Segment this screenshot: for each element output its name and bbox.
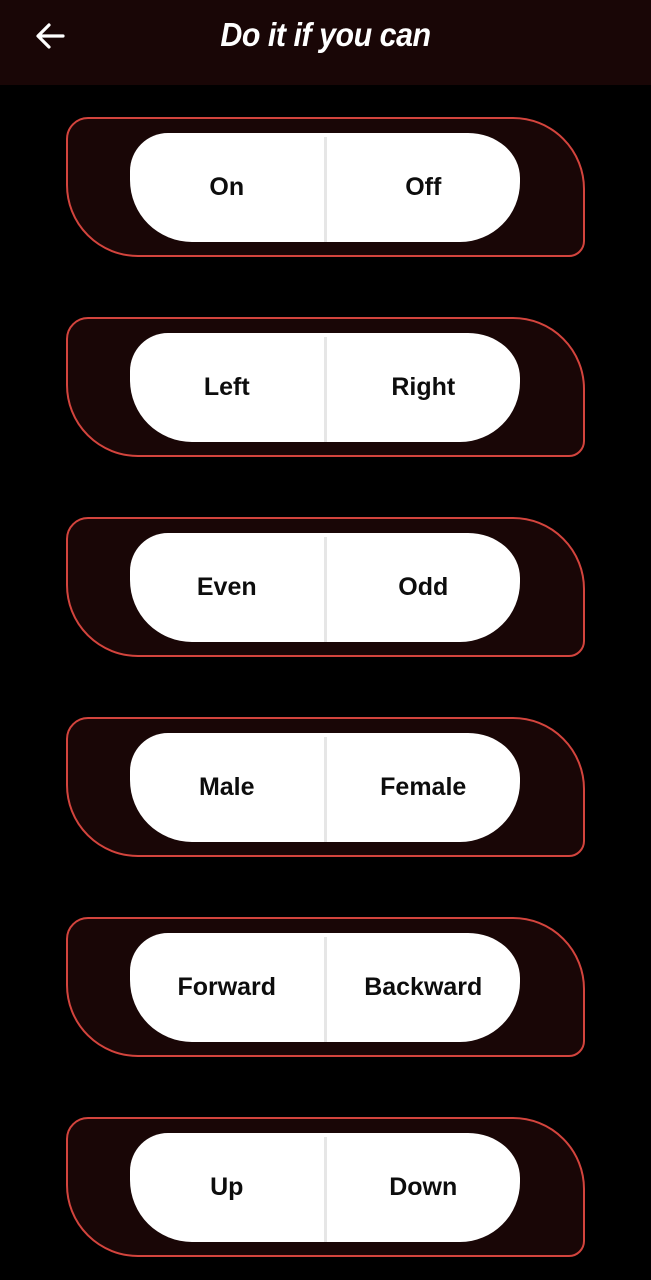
toggle-option-backward[interactable]: Backward bbox=[327, 933, 521, 1042]
toggle-group: Up Down bbox=[130, 1133, 520, 1242]
toggle-card-male-female: Male Female bbox=[66, 717, 585, 857]
toggle-card-on-off: On Off bbox=[66, 117, 585, 257]
toggle-option-even[interactable]: Even bbox=[130, 533, 324, 642]
page-title: Do it if you can bbox=[220, 16, 431, 53]
toggle-option-right[interactable]: Right bbox=[327, 333, 521, 442]
toggle-group: Even Odd bbox=[130, 533, 520, 642]
toggle-group: Left Right bbox=[130, 333, 520, 442]
toggle-option-odd[interactable]: Odd bbox=[327, 533, 521, 642]
toggle-option-off[interactable]: Off bbox=[327, 133, 521, 242]
toggle-option-forward[interactable]: Forward bbox=[130, 933, 324, 1042]
toggle-card-forward-backward: Forward Backward bbox=[66, 917, 585, 1057]
toggle-group: On Off bbox=[130, 133, 520, 242]
toggle-group: Male Female bbox=[130, 733, 520, 842]
toggle-option-down[interactable]: Down bbox=[327, 1133, 521, 1242]
toggle-option-left[interactable]: Left bbox=[130, 333, 324, 442]
toggle-card-up-down: Up Down bbox=[66, 1117, 585, 1257]
app-bar: Do it if you can bbox=[0, 0, 651, 85]
toggle-option-male[interactable]: Male bbox=[130, 733, 324, 842]
toggle-card-even-odd: Even Odd bbox=[66, 517, 585, 657]
toggle-option-up[interactable]: Up bbox=[130, 1133, 324, 1242]
toggle-group: Forward Backward bbox=[130, 933, 520, 1042]
toggle-option-on[interactable]: On bbox=[130, 133, 324, 242]
toggle-card-left-right: Left Right bbox=[66, 317, 585, 457]
toggle-option-female[interactable]: Female bbox=[327, 733, 521, 842]
